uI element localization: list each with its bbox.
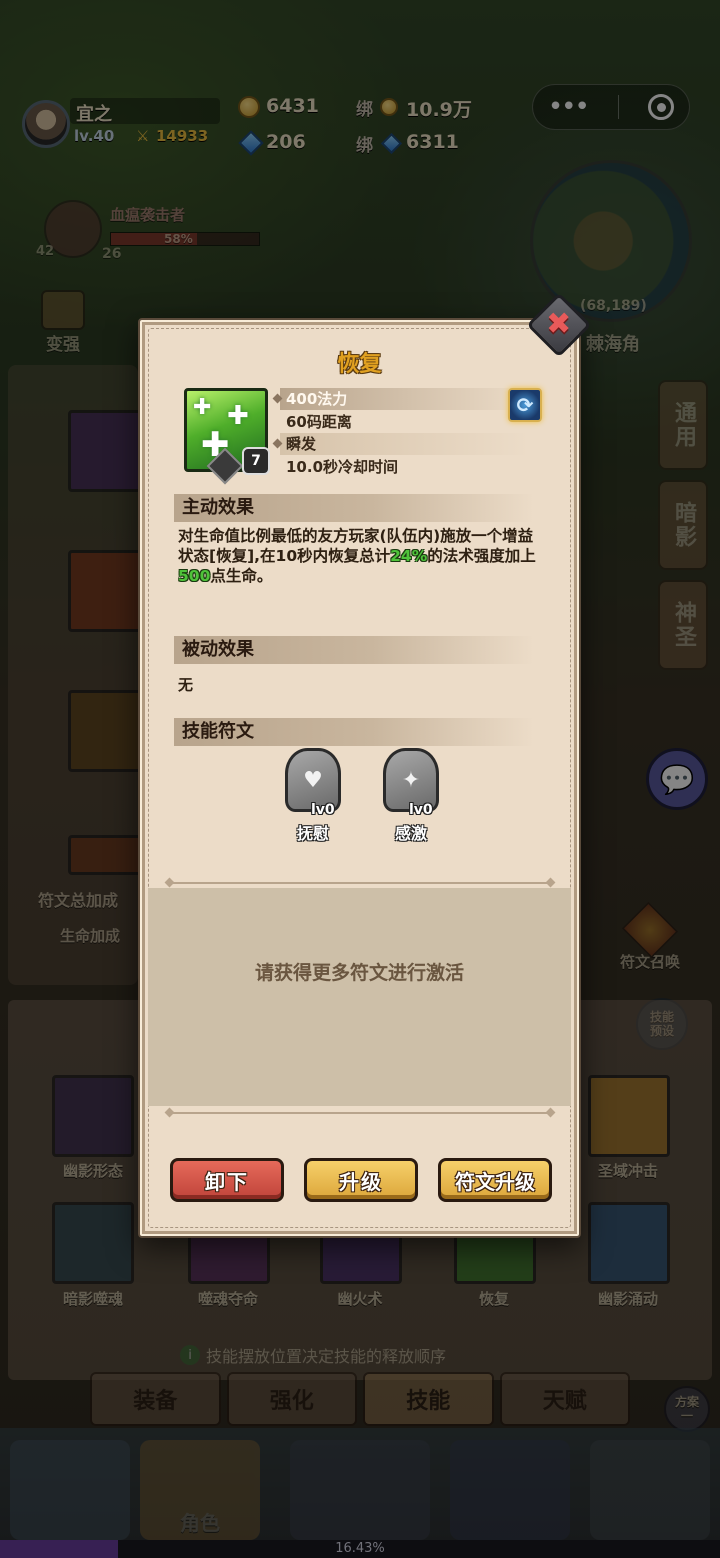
swap-icon[interactable]: ⟳: [508, 388, 542, 422]
stat-cooldown-text: 10.0秒冷却时间: [286, 458, 399, 476]
active-effect-description: 对生命值比例最低的友方玩家(队伍内)施放一个增益状态[恢复],在10秒内恢复总计…: [178, 526, 548, 586]
stat-mana-text: 400法力: [286, 390, 348, 408]
section-divider: [170, 1112, 550, 1114]
rune-gratitude-name: 感激: [394, 824, 427, 843]
stat-bullet: [272, 438, 283, 449]
stat-range: 60码距离: [280, 411, 530, 433]
stat-range-text: 60码距离: [286, 413, 352, 431]
skill-title: 恢复: [337, 352, 382, 377]
stat-cast: 瞬发: [272, 433, 530, 455]
unequip-button[interactable]: 卸下: [170, 1158, 284, 1202]
rune-upgrade-button[interactable]: 符文升级: [438, 1158, 552, 1202]
rune-gratitude[interactable]: ✦ lv0 感激: [381, 748, 441, 843]
rune-activation-hint: 请获得更多符文进行激活: [254, 962, 464, 984]
active-desc-part2: 的法术强度加上: [427, 547, 536, 565]
stat-cooldown: 10.0秒冷却时间: [280, 456, 530, 478]
cross-icon: ✚: [193, 395, 212, 420]
active-desc-part3: 点生命。: [210, 567, 273, 585]
close-icon: ✖: [546, 306, 572, 342]
skill-runes-header: 技能符文: [174, 718, 534, 746]
rune-soothe[interactable]: ♥ lv0 抚慰: [283, 748, 343, 843]
passive-effect-text: 无: [178, 676, 194, 694]
cross-icon: ✚: [227, 401, 249, 431]
section-divider: [170, 882, 550, 884]
active-effect-header: 主动效果: [174, 494, 534, 522]
upgrade-button[interactable]: 升级: [304, 1158, 418, 1202]
stat-bullet: [272, 393, 283, 404]
rune-soothe-level: lv0: [311, 802, 335, 818]
rune-activation-area: [148, 888, 571, 1106]
rune-gratitude-level: lv0: [409, 802, 433, 818]
active-desc-amount: 500: [178, 567, 211, 585]
active-desc-percent: 24%: [390, 547, 428, 565]
stat-mana: 400法力: [272, 388, 530, 410]
skill-level-badge: 7: [242, 447, 270, 475]
skill-detail-dialog: ✖ 恢复 ✚ ✚ ✚ 7 400法力 60码距离 瞬发 10.0秒冷却时间 ⟳ …: [138, 292, 592, 1238]
passive-effect-header: 被动效果: [174, 636, 534, 664]
stat-cast-text: 瞬发: [286, 435, 317, 453]
rune-soothe-name: 抚慰: [296, 824, 329, 843]
